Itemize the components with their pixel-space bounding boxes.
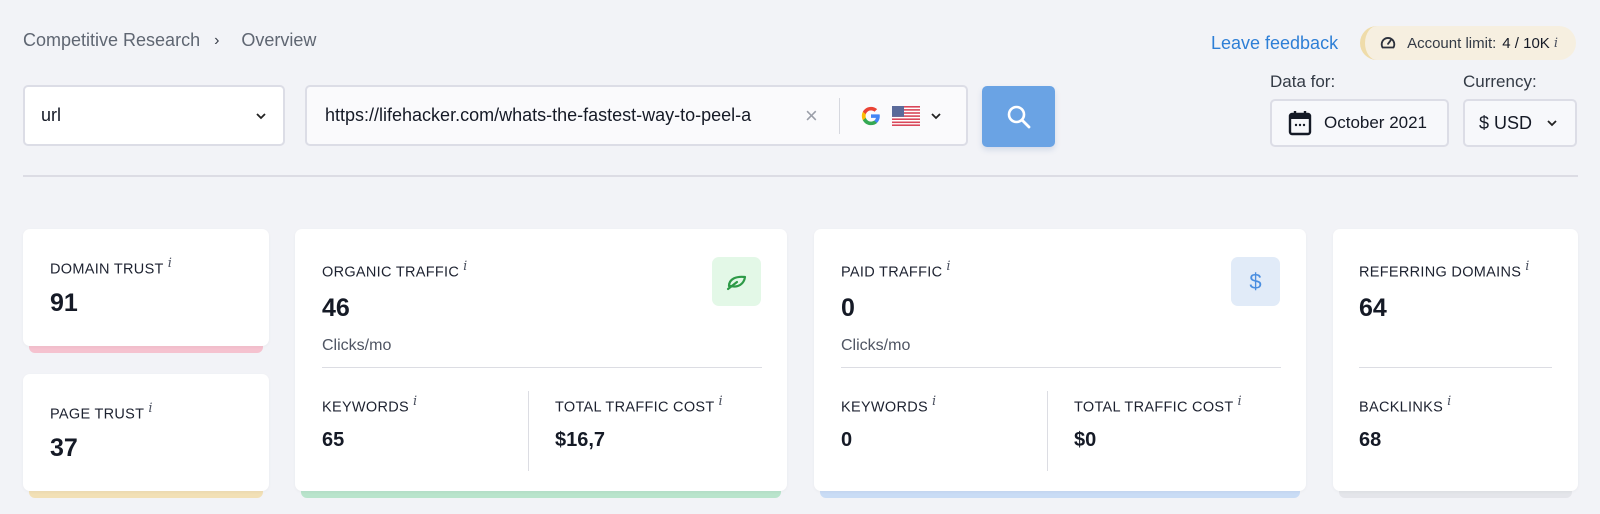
organic-vertical-divider bbox=[528, 391, 529, 471]
leaf-icon bbox=[726, 275, 746, 290]
domain-trust-card: Domain Trust i 91 bbox=[23, 229, 269, 353]
search-icon bbox=[1007, 105, 1030, 128]
paid-traffic-value: 0 bbox=[841, 294, 855, 322]
referring-divider bbox=[1359, 367, 1552, 368]
page-trust-color-bar bbox=[29, 491, 263, 498]
search-type-select[interactable]: url bbox=[23, 85, 285, 146]
engine-country-select[interactable] bbox=[860, 105, 942, 127]
breadcrumb: Competitive Research › Overview bbox=[23, 30, 316, 51]
info-icon[interactable]: i bbox=[1238, 394, 1242, 409]
info-icon[interactable]: i bbox=[1554, 36, 1558, 51]
backlinks-title: Backlinks bbox=[1359, 399, 1444, 416]
date-value: October 2021 bbox=[1324, 113, 1428, 132]
referring-domains-value: 64 bbox=[1359, 294, 1387, 322]
paid-divider bbox=[841, 367, 1281, 368]
organic-keywords-value: 65 bbox=[322, 429, 345, 451]
data-for-label: Data for: bbox=[1270, 72, 1336, 91]
page-trust-value: 37 bbox=[50, 434, 78, 462]
paid-traffic-unit: Clicks/mo bbox=[841, 337, 911, 354]
currency-value: $ USD bbox=[1479, 112, 1533, 133]
info-icon[interactable]: i bbox=[413, 394, 417, 409]
info-icon[interactable]: i bbox=[1447, 394, 1451, 409]
organic-cost-title: Total Traffic Cost bbox=[555, 399, 715, 416]
url-input[interactable] bbox=[325, 105, 803, 126]
organic-traffic-title: Organic Traffic bbox=[322, 264, 460, 281]
backlinks-value: 68 bbox=[1359, 429, 1382, 451]
clear-icon[interactable]: × bbox=[805, 103, 825, 129]
account-limit-badge[interactable]: Account limit: 4 / 10K i bbox=[1360, 26, 1576, 60]
referring-color-bar bbox=[1339, 491, 1572, 498]
dollar-icon: $ bbox=[1231, 257, 1280, 306]
chevron-down-icon bbox=[256, 112, 266, 119]
domain-trust-title: Domain Trust bbox=[50, 261, 164, 278]
leave-feedback-link[interactable]: Leave feedback bbox=[1211, 33, 1338, 54]
referring-domains-title: Referring Domains bbox=[1359, 264, 1522, 281]
breadcrumb-separator: › bbox=[214, 31, 220, 49]
header-actions: Leave feedback Account limit: 4 / 10K i bbox=[1211, 26, 1576, 60]
chevron-down-icon bbox=[931, 112, 941, 119]
info-icon[interactable]: i bbox=[932, 394, 936, 409]
section-divider bbox=[23, 175, 1578, 177]
currency-label: Currency: bbox=[1463, 72, 1537, 91]
calendar-icon bbox=[1288, 111, 1312, 136]
page-trust-card: Page Trust i 37 bbox=[23, 374, 269, 498]
info-icon[interactable]: i bbox=[148, 401, 152, 416]
search-button[interactable] bbox=[982, 86, 1055, 147]
search-type-value: url bbox=[41, 105, 62, 125]
paid-keywords-title: Keywords bbox=[841, 399, 928, 416]
info-icon[interactable]: i bbox=[168, 256, 172, 271]
breadcrumb-competitive-research[interactable]: Competitive Research bbox=[23, 30, 200, 51]
organic-cost-value: $16,7 bbox=[555, 429, 606, 451]
organic-keywords-title: Keywords bbox=[322, 399, 409, 416]
url-field: × bbox=[305, 85, 968, 146]
organic-traffic-card: Organic Traffic i 46 Clicks/mo Keywords i … bbox=[295, 229, 787, 498]
paid-cost-value: $0 bbox=[1074, 429, 1097, 451]
chevron-down-icon bbox=[1547, 120, 1557, 127]
paid-vertical-divider bbox=[1047, 391, 1048, 471]
info-icon[interactable]: i bbox=[1525, 259, 1529, 274]
us-flag-icon bbox=[892, 105, 920, 126]
paid-cost-title: Total Traffic Cost bbox=[1074, 399, 1234, 416]
account-limit-label: Account limit: bbox=[1407, 34, 1497, 52]
domain-trust-color-bar bbox=[29, 346, 263, 353]
currency-select[interactable]: $ USD bbox=[1463, 99, 1577, 147]
account-limit-value: 4 / 10K bbox=[1502, 34, 1550, 52]
google-icon bbox=[861, 106, 880, 125]
paid-keywords-value: 0 bbox=[841, 429, 853, 451]
paid-traffic-card: Paid Traffic i $ 0 Clicks/mo Keywords i 0 … bbox=[814, 229, 1306, 498]
gauge-icon bbox=[1380, 37, 1396, 49]
organic-traffic-unit: Clicks/mo bbox=[322, 337, 392, 354]
info-icon[interactable]: i bbox=[463, 259, 467, 274]
breadcrumb-overview: Overview bbox=[241, 30, 317, 50]
organic-traffic-value: 46 bbox=[322, 294, 350, 322]
info-icon[interactable]: i bbox=[719, 394, 723, 409]
organic-color-bar bbox=[301, 491, 781, 498]
paid-traffic-title: Paid Traffic bbox=[841, 264, 943, 281]
page-trust-title: Page Trust bbox=[50, 406, 145, 423]
organic-divider bbox=[322, 367, 762, 368]
date-picker-button[interactable]: October 2021 bbox=[1270, 99, 1449, 147]
domain-trust-value: 91 bbox=[50, 289, 78, 317]
info-icon[interactable]: i bbox=[946, 259, 950, 274]
url-field-divider bbox=[839, 97, 840, 134]
leaf-icon-box bbox=[712, 257, 761, 306]
referring-domains-card: Referring Domains i 64 Backlinks i 68 bbox=[1333, 229, 1578, 498]
paid-color-bar bbox=[820, 491, 1300, 498]
